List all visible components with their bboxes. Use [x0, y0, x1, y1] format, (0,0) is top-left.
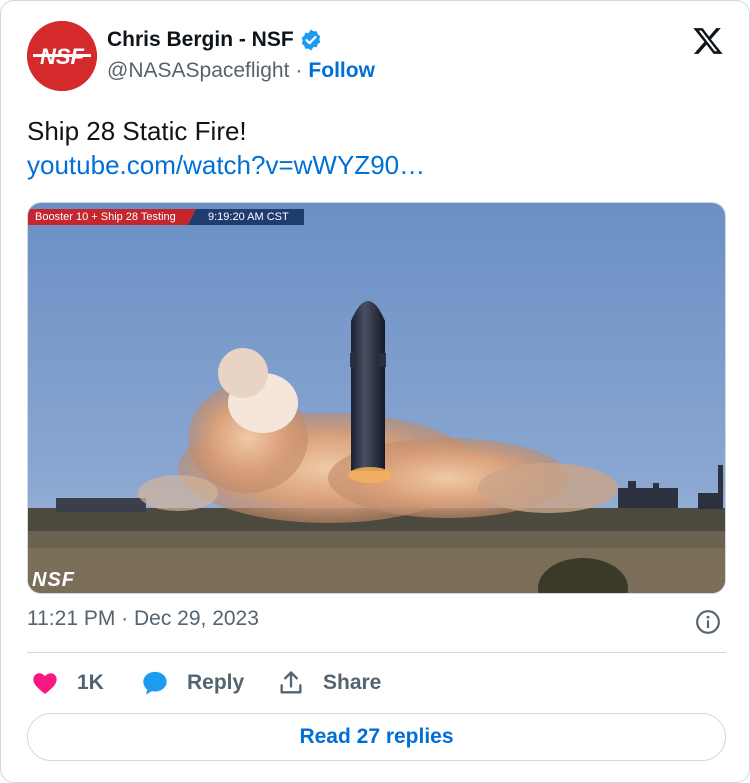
speech-bubble-icon — [143, 671, 167, 695]
author-handle[interactable]: @NASASpaceflight — [107, 59, 289, 83]
overlay-time-badge: 9:19:20 AM CST — [188, 209, 304, 225]
avatar[interactable]: NSF — [27, 21, 97, 91]
tweet-text: Ship 28 Static Fire! — [27, 116, 247, 146]
tweet-link[interactable]: youtube.com/watch?v=wWYZ90… — [27, 148, 425, 182]
verified-badge-icon — [301, 29, 320, 51]
info-icon[interactable] — [695, 609, 721, 635]
author-name[interactable]: Chris Bergin - NSF — [107, 28, 294, 52]
tweet-timestamp[interactable]: 11:21 PM · Dec 29, 2023 — [27, 607, 259, 631]
reply-label: Reply — [187, 671, 245, 694]
author-handle-row: @NASASpaceflight · Follow — [107, 59, 375, 83]
like-count: 1K — [77, 671, 104, 694]
svg-text:NSF: NSF — [40, 44, 85, 69]
media-image[interactable]: Booster 10 + Ship 28 Testing 9:19:20 AM … — [27, 202, 726, 594]
launch-scene-image — [28, 203, 725, 593]
reply-button[interactable]: Reply — [141, 669, 244, 697]
nsf-logo-icon: NSF — [27, 21, 97, 91]
heart-icon — [33, 673, 57, 694]
separator-dot: · — [295, 59, 303, 82]
read-replies-button[interactable]: Read 27 replies — [27, 713, 726, 761]
nsf-watermark: NSF — [32, 569, 75, 591]
like-button[interactable]: 1K — [31, 669, 104, 697]
share-label: Share — [323, 671, 382, 694]
tweet-embed-card: NSF Chris Bergin - NSF @NASASpaceflight … — [0, 0, 750, 783]
share-upload-icon — [280, 671, 302, 694]
divider — [27, 652, 726, 653]
overlay-title-badge: Booster 10 + Ship 28 Testing — [28, 209, 196, 225]
author-name-row: Chris Bergin - NSF — [107, 28, 323, 52]
share-button[interactable]: Share — [277, 669, 381, 697]
follow-button[interactable]: Follow — [308, 59, 375, 83]
x-logo-icon[interactable] — [691, 25, 725, 57]
